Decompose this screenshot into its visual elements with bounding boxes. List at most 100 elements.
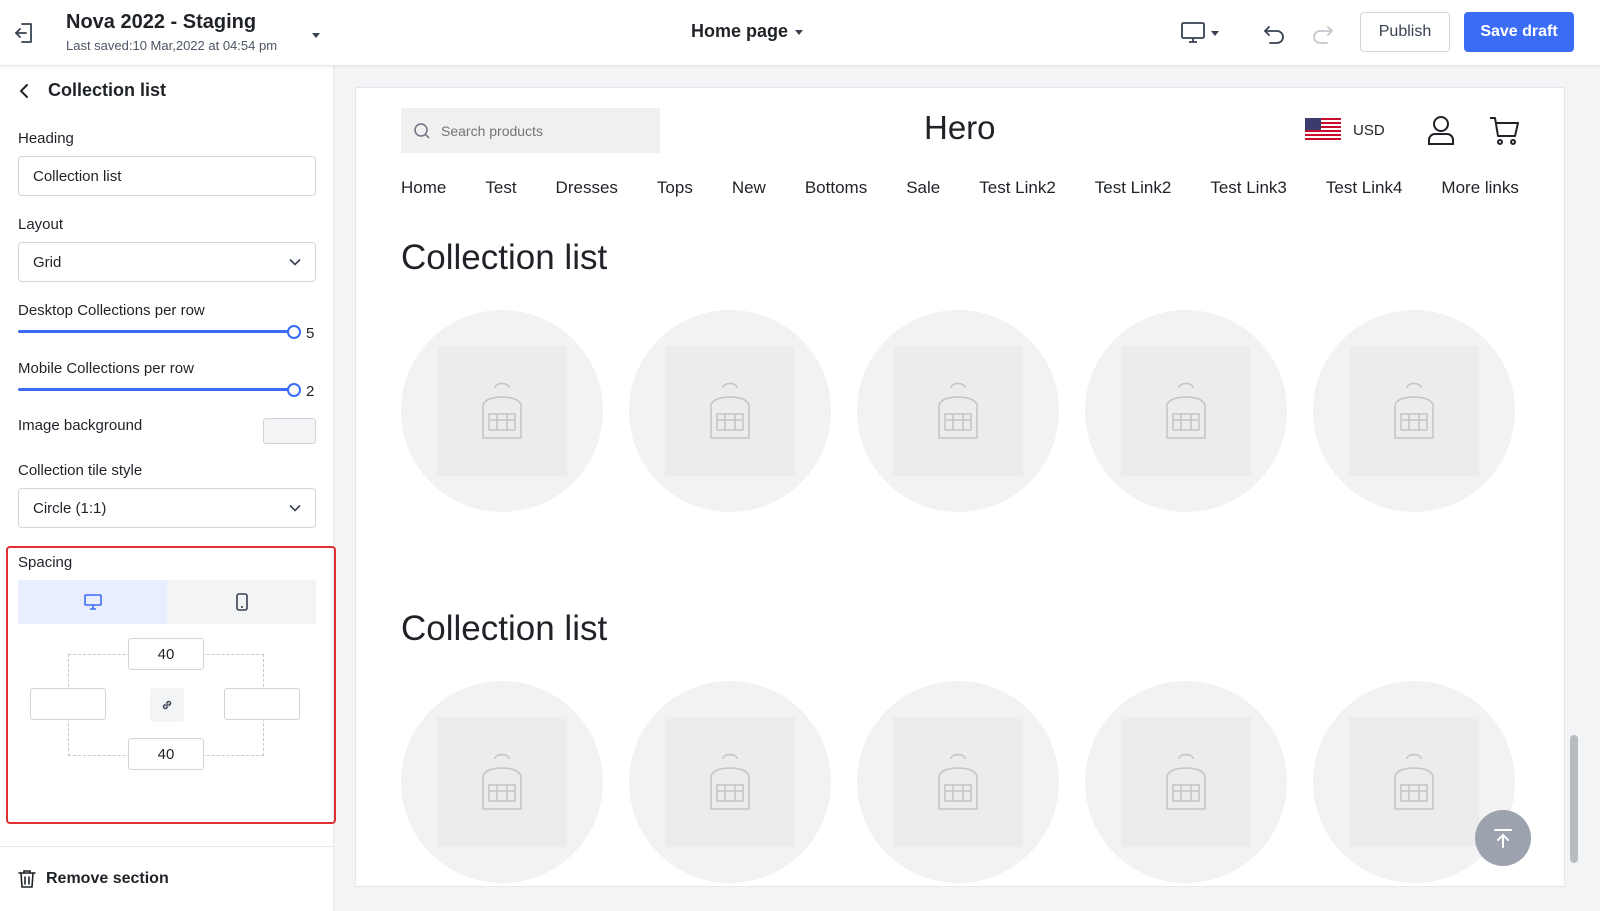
top-bar: Nova 2022 - Staging Last saved:10 Mar,20…: [0, 0, 1600, 66]
placeholder-image: [1349, 346, 1479, 476]
nav-link-dresses[interactable]: Dresses: [556, 178, 618, 198]
mobile-per-row-slider[interactable]: [18, 382, 301, 398]
collection-tile[interactable]: [857, 681, 1059, 883]
device-preview-button[interactable]: [1180, 19, 1226, 47]
spacing-top-input[interactable]: [128, 638, 204, 670]
nav-link-more-links[interactable]: More links: [1441, 178, 1518, 198]
placeholder-image: [437, 346, 567, 476]
chevron-down-icon: [289, 504, 301, 512]
collection-tile[interactable]: [629, 681, 831, 883]
placeholder-image: [893, 717, 1023, 847]
backpack-placeholder-icon: [710, 753, 750, 810]
currency-label: USD: [1353, 121, 1385, 139]
nav-link-home[interactable]: Home: [401, 178, 446, 198]
slider-thumb[interactable]: [287, 325, 301, 339]
settings-sidebar: Collection list Heading Layout Grid Desk…: [0, 66, 336, 911]
spacing-bottom-input[interactable]: [128, 738, 204, 770]
account-icon[interactable]: [1426, 114, 1456, 146]
backpack-placeholder-icon: [938, 753, 978, 810]
collection-tile[interactable]: [401, 310, 603, 512]
link-spacing-icon[interactable]: [150, 688, 184, 722]
arrow-up-icon: [1494, 829, 1512, 848]
undo-icon[interactable]: [1260, 19, 1288, 47]
tab-desktop-spacing[interactable]: [18, 580, 167, 624]
nav-link-test[interactable]: Test: [485, 178, 516, 198]
store-search-input[interactable]: [441, 122, 641, 139]
backpack-placeholder-icon: [482, 382, 522, 439]
backpack-placeholder-icon: [1166, 753, 1206, 810]
page-selector-label: Home page: [691, 21, 789, 41]
layout-select[interactable]: Grid: [18, 242, 316, 282]
backpack-placeholder-icon: [1394, 753, 1434, 810]
store-preview-canvas: Hero USD Home Test Dresses Tops New Bott…: [355, 87, 1565, 887]
save-draft-button[interactable]: Save draft: [1464, 12, 1574, 52]
mobile-per-row-label: Mobile Collections per row: [18, 360, 194, 377]
spacing-right-input[interactable]: [224, 688, 300, 720]
collection-section-title: Collection list: [401, 238, 608, 277]
us-flag-icon: [1305, 118, 1341, 142]
backpack-placeholder-icon: [1394, 382, 1434, 439]
placeholder-image: [1121, 717, 1251, 847]
page-selector[interactable]: Home page: [691, 21, 804, 42]
heading-input[interactable]: [18, 156, 316, 196]
scroll-to-top-button[interactable]: [1475, 810, 1531, 866]
collection-tiles: [401, 681, 1515, 883]
desktop-per-row-slider[interactable]: [18, 324, 301, 340]
desktop-icon: [83, 594, 102, 610]
collection-tiles: [401, 310, 1515, 512]
collection-tile[interactable]: [1313, 310, 1515, 512]
slider-track: [18, 388, 294, 391]
publish-button[interactable]: Publish: [1360, 12, 1450, 52]
desktop-per-row-value: 5: [306, 325, 315, 342]
remove-section-label: Remove section: [46, 870, 169, 887]
cart-icon[interactable]: [1488, 114, 1520, 146]
redo-icon[interactable]: [1309, 19, 1337, 47]
chevron-down-icon: [289, 258, 301, 266]
tile-style-label: Collection tile style: [18, 462, 143, 479]
image-background-color-swatch[interactable]: [263, 418, 316, 444]
placeholder-image: [665, 717, 795, 847]
collection-tile[interactable]: [1085, 310, 1287, 512]
back-button[interactable]: Collection list: [18, 80, 166, 101]
spacing-label: Spacing: [18, 554, 73, 571]
chevron-left-icon: [20, 83, 28, 98]
last-saved-text: Last saved:10 Mar,2022 at 04:54 pm: [66, 38, 278, 53]
nav-link-bottoms[interactable]: Bottoms: [805, 178, 867, 198]
layout-select-value: Grid: [33, 253, 62, 271]
spacing-left-input[interactable]: [30, 688, 106, 720]
canvas-scrollbar[interactable]: [1570, 735, 1578, 863]
spacing-device-tabs: [18, 580, 316, 624]
nav-link-test-link4[interactable]: Test Link4: [1326, 178, 1403, 198]
desktop-icon: [1181, 22, 1205, 43]
backpack-placeholder-icon: [938, 382, 978, 439]
nav-link-test-link2[interactable]: Test Link2: [979, 178, 1056, 198]
nav-link-test-link3[interactable]: Test Link3: [1210, 178, 1287, 198]
backpack-placeholder-icon: [1166, 382, 1206, 439]
backpack-placeholder-icon: [710, 382, 750, 439]
image-background-label: Image background: [18, 417, 143, 434]
site-switcher-chevron-down-icon[interactable]: [310, 28, 322, 40]
placeholder-image: [1121, 346, 1251, 476]
tile-style-select[interactable]: Circle (1:1): [18, 488, 316, 528]
search-icon: [414, 122, 430, 139]
exit-icon[interactable]: [12, 20, 38, 46]
currency-selector[interactable]: USD: [1305, 118, 1385, 142]
collection-tile[interactable]: [401, 681, 603, 883]
tab-mobile-spacing[interactable]: [167, 580, 316, 624]
collection-tile[interactable]: [1085, 681, 1287, 883]
nav-link-tops[interactable]: Tops: [657, 178, 693, 198]
mobile-icon: [235, 593, 248, 611]
site-title: Nova 2022 - Staging: [66, 11, 257, 33]
remove-section-button[interactable]: Remove section: [18, 869, 169, 889]
store-search-bar[interactable]: [401, 108, 660, 153]
placeholder-image: [1349, 717, 1479, 847]
store-nav: Home Test Dresses Tops New Bottoms Sale …: [401, 178, 1519, 198]
collection-tile[interactable]: [629, 310, 831, 512]
slider-thumb[interactable]: [287, 383, 301, 397]
chevron-down-icon: [795, 29, 804, 35]
collection-tile[interactable]: [857, 310, 1059, 512]
nav-link-sale[interactable]: Sale: [906, 178, 940, 198]
nav-link-new[interactable]: New: [732, 178, 766, 198]
nav-link-test-link2-b[interactable]: Test Link2: [1095, 178, 1172, 198]
spacing-panel: Spacing: [6, 546, 336, 824]
